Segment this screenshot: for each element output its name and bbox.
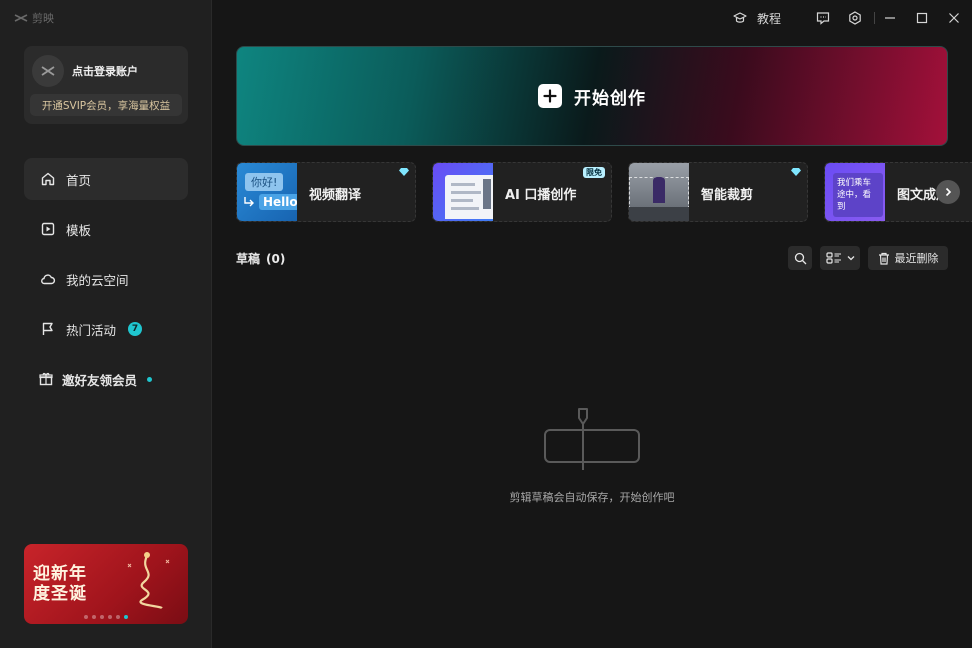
activity-count-badge: 7	[128, 322, 143, 336]
divider	[874, 9, 875, 27]
page-dot[interactable]	[100, 615, 104, 619]
avatar[interactable]	[32, 55, 64, 87]
settings-button[interactable]	[848, 9, 862, 27]
diamond-icon	[791, 168, 801, 176]
close-icon	[949, 13, 959, 23]
search-icon	[794, 252, 806, 264]
start-create-button[interactable]: 开始创作	[236, 46, 948, 146]
thumb-text-chinese: 你好!	[245, 173, 284, 191]
promo-pagination	[24, 615, 188, 619]
minimize-icon	[885, 17, 895, 19]
free-tag: 限免	[583, 167, 605, 178]
video-translate-thumbnail: 你好! Hello	[237, 163, 297, 221]
message-icon	[816, 12, 830, 25]
recent-delete-label: 最近删除	[894, 252, 939, 265]
tool-ai-broadcast[interactable]: AI 口播创作 限免	[432, 162, 612, 222]
vip-button[interactable]: 开通SVIP会员，享海量权益	[30, 94, 182, 116]
chevron-down-icon	[847, 256, 854, 261]
tool-smart-crop[interactable]: 智能裁剪	[628, 162, 808, 222]
home-icon	[41, 172, 55, 186]
sidebar-item-label: 热门活动	[66, 322, 117, 338]
tool-label: 智能裁剪	[701, 188, 754, 203]
sidebar-item-label: 邀好友领会员	[62, 372, 138, 388]
smart-crop-thumbnail	[629, 163, 689, 221]
sidebar-item-label: 模板	[66, 222, 92, 238]
page-dot[interactable]	[108, 615, 112, 619]
sidebar-item-invite[interactable]: 邀好友领会员	[24, 358, 188, 400]
close-button[interactable]	[947, 9, 961, 27]
scroll-right-button[interactable]	[936, 180, 960, 204]
page-dot[interactable]	[84, 615, 88, 619]
arrow-turn-icon	[244, 197, 254, 207]
sidebar-item-home[interactable]: 首页	[24, 158, 188, 200]
grid-view-icon	[825, 252, 841, 264]
app-logo: 剪映	[14, 10, 54, 26]
page-dot[interactable]	[116, 615, 120, 619]
sidebar-item-label: 我的云空间	[66, 272, 129, 288]
trash-icon	[878, 252, 889, 265]
new-dot	[147, 376, 153, 382]
tool-label: 视频翻译	[309, 188, 362, 203]
gear-icon	[849, 11, 861, 25]
promo-banner[interactable]: 迎新年 度圣诞	[24, 544, 188, 624]
sidebar-item-activities[interactable]: 热门活动 7	[24, 308, 188, 350]
view-mode-dropdown[interactable]	[820, 246, 860, 270]
graduation-cap-icon	[733, 12, 747, 23]
sidebar-item-cloud[interactable]: 我的云空间	[24, 258, 188, 300]
sidebar: 剪映 点击登录账户 开通SVIP会员，享海量权益 首页 模板 我的云空间 热门活…	[0, 0, 212, 648]
thumb-text-english: Hello	[259, 194, 297, 210]
ai-broadcast-thumbnail	[433, 163, 493, 221]
tool-video-translate[interactable]: 你好! Hello 视频翻译	[236, 162, 416, 222]
tutorial-label: 教程	[757, 11, 782, 26]
maximize-icon	[916, 12, 928, 24]
search-button[interactable]	[788, 246, 812, 270]
plus-icon	[538, 84, 562, 108]
app-title: 剪映	[32, 12, 54, 25]
start-create-label: 开始创作	[574, 88, 646, 109]
drafts-count: (0)	[266, 252, 286, 266]
capcut-avatar-icon	[41, 66, 55, 76]
drafts-header: 草稿 (0)	[236, 250, 285, 267]
diamond-icon	[399, 168, 409, 176]
page-dot[interactable]	[92, 615, 96, 619]
drafts-title: 草稿	[236, 252, 261, 266]
account-card[interactable]: 点击登录账户 开通SVIP会员，享海量权益	[24, 46, 188, 124]
doc-preview	[445, 175, 493, 219]
recent-delete-button[interactable]: 最近删除	[868, 246, 948, 270]
flag-icon	[42, 322, 53, 335]
minimize-button[interactable]	[883, 9, 897, 27]
sidebar-item-template[interactable]: 模板	[24, 208, 188, 250]
tool-label: AI 口播创作	[505, 188, 577, 203]
empty-drafts-text: 剪辑草稿会自动保存，开始创作吧	[509, 491, 675, 504]
empty-drafts-illustration	[544, 408, 640, 470]
cloud-icon	[41, 274, 56, 285]
page-dot-active[interactable]	[124, 615, 128, 619]
feedback-button[interactable]	[816, 9, 830, 27]
chevron-right-icon	[945, 187, 952, 197]
login-link[interactable]: 点击登录账户	[72, 63, 138, 79]
tutorial-button[interactable]: 教程	[733, 9, 781, 27]
template-icon	[41, 222, 55, 236]
christmas-tree-icon	[127, 552, 170, 610]
capcut-logo-icon	[14, 14, 28, 22]
maximize-button[interactable]	[915, 9, 929, 27]
sidebar-item-label: 首页	[66, 172, 92, 188]
promo-text: 迎新年 度圣诞	[33, 564, 87, 604]
thumb-text: 我们乘车途中，看到	[833, 173, 883, 217]
text-to-video-thumbnail: 我们乘车途中，看到	[825, 163, 885, 221]
gift-icon	[39, 372, 53, 386]
